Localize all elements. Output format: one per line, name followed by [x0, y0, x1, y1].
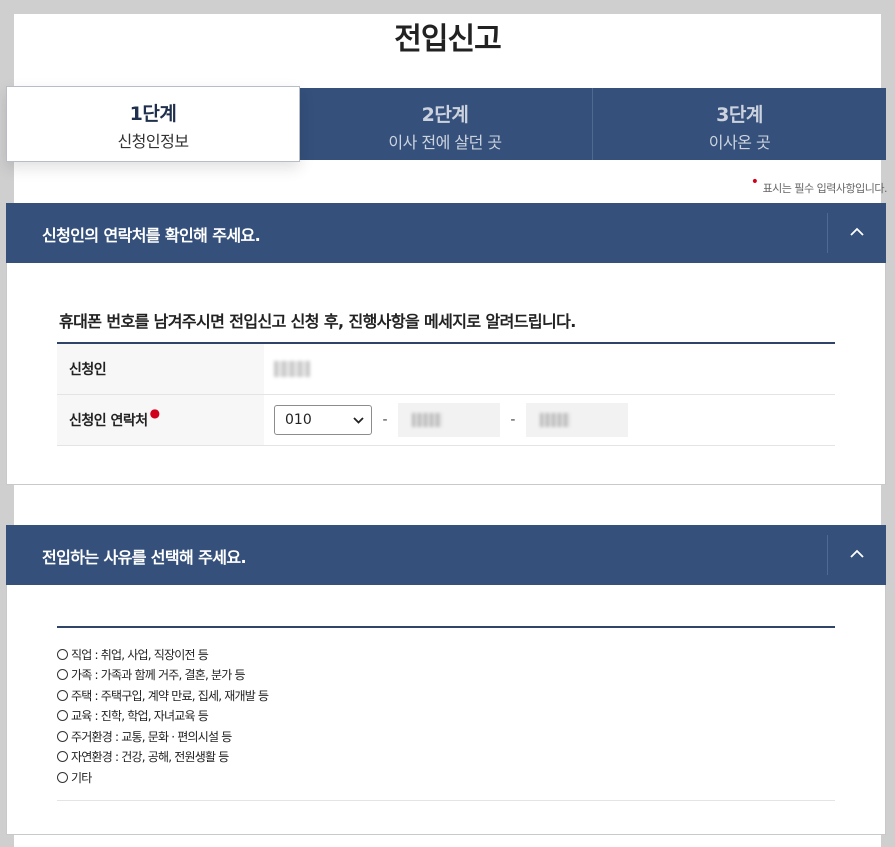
step-2-tab[interactable]: 2단계 이사 전에 살던 곳: [298, 88, 593, 160]
radio-icon[interactable]: [57, 730, 68, 742]
reason-section: 전입하는 사유를 선택해 주세요. 직업 : 취업, 사업, 직장이전 등 가족…: [6, 525, 886, 835]
applicant-info-table: 신청인 신청인 연락처 ● 010 - -: [57, 342, 835, 446]
page-title: 전입신고: [394, 22, 501, 57]
step-label: 이사 전에 살던 곳: [388, 133, 502, 152]
section-heading: 신청인의 연락처를 확인해 주세요.: [42, 226, 261, 245]
step-number: 1단계: [129, 103, 177, 125]
table-row: 신청인 연락처 ● 010 - -: [57, 394, 835, 446]
step-number: 3단계: [716, 104, 763, 126]
radio-icon[interactable]: [57, 751, 68, 763]
reason-radio-group: 직업 : 취업, 사업, 직장이전 등 가족 : 가족과 함께 거주, 결혼, …: [57, 626, 835, 801]
radio-icon[interactable]: [57, 689, 68, 701]
redacted-name: [274, 361, 310, 377]
applicant-name-value: [264, 343, 835, 395]
phone-middle-input[interactable]: [397, 403, 500, 437]
step-label: 이사온 곳: [708, 133, 771, 152]
required-field-note: • 표시는 필수 입력사항입니다.: [751, 174, 888, 196]
reason-section-header: 전입하는 사유를 선택해 주세요.: [6, 525, 886, 585]
chevron-up-icon: [850, 227, 864, 236]
phone-label: 신청인 연락처 ●: [57, 394, 264, 446]
required-dot-icon: ●: [149, 406, 160, 420]
step-indicator: 1단계 신청인정보 2단계 이사 전에 살던 곳 3단계 이사온 곳: [6, 86, 886, 162]
table-row: 신청인: [57, 343, 835, 395]
reason-option-living-environment[interactable]: 주거환경 : 교통, 문화 · 편의시설 등: [57, 726, 835, 747]
contact-section-header: 신청인의 연락처를 확인해 주세요.: [6, 203, 886, 263]
phone-last-input[interactable]: [525, 403, 628, 437]
step-3-tab[interactable]: 3단계 이사온 곳: [593, 88, 886, 160]
applicant-label: 신청인: [57, 343, 264, 395]
phone-separator: -: [510, 412, 516, 428]
step-1-tab[interactable]: 1단계 신청인정보: [6, 86, 300, 162]
reason-option-family[interactable]: 가족 : 가족과 함께 거주, 결혼, 분가 등: [57, 665, 835, 686]
step-label: 신청인정보: [117, 132, 189, 151]
chevron-up-icon: [850, 549, 864, 558]
phone-prefix-select[interactable]: 010: [274, 405, 372, 435]
reason-option-job[interactable]: 직업 : 취업, 사업, 직장이전 등: [57, 644, 835, 665]
collapse-toggle-button[interactable]: [827, 535, 886, 575]
radio-icon[interactable]: [57, 648, 68, 660]
chevron-down-icon: [353, 417, 364, 424]
step-number: 2단계: [421, 104, 469, 126]
radio-icon[interactable]: [57, 710, 68, 722]
sms-notice-text: 휴대폰 번호를 남겨주시면 전입신고 신청 후, 진행사항을 메세지로 알려드립…: [59, 312, 576, 331]
required-dot-icon: •: [750, 174, 759, 190]
section-heading: 전입하는 사유를 선택해 주세요.: [42, 548, 247, 567]
reason-option-natural-environment[interactable]: 자연환경 : 건강, 공해, 전원생활 등: [57, 747, 835, 768]
radio-icon[interactable]: [57, 771, 68, 783]
reason-option-other[interactable]: 기타: [57, 767, 835, 788]
collapse-toggle-button[interactable]: [827, 213, 886, 253]
radio-icon[interactable]: [57, 669, 68, 681]
reason-option-housing[interactable]: 주택 : 주택구입, 계약 만료, 집세, 재개발 등: [57, 685, 835, 706]
required-note-text: 표시는 필수 입력사항입니다.: [762, 182, 888, 195]
phone-separator: -: [382, 412, 388, 428]
phone-value: 010 - -: [264, 394, 835, 446]
reason-option-education[interactable]: 교육 : 진학, 학업, 자녀교육 등: [57, 706, 835, 727]
contact-section: 신청인의 연락처를 확인해 주세요. 휴대폰 번호를 남겨주시면 전입신고 신청…: [6, 203, 886, 485]
